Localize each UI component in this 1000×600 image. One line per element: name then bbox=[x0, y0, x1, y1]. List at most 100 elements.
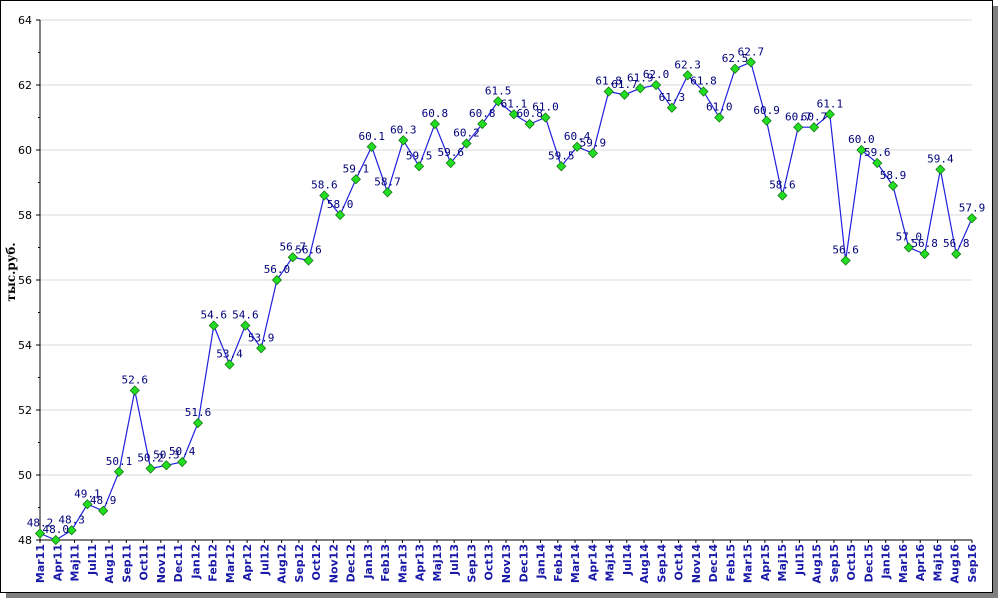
data-point bbox=[524, 118, 535, 130]
data-point bbox=[382, 187, 393, 198]
x-tick-label: Apr11 bbox=[51, 544, 64, 581]
data-point bbox=[350, 174, 361, 185]
x-tick-label: Mar14 bbox=[569, 544, 582, 583]
data-point bbox=[793, 122, 804, 133]
data-point bbox=[935, 164, 946, 175]
data-point bbox=[240, 320, 251, 331]
data-label: 54.6 bbox=[232, 309, 259, 322]
x-tick-label: Jan16 bbox=[880, 544, 893, 580]
x-tick-label: Oct11 bbox=[138, 544, 151, 580]
x-tick-label: Jan14 bbox=[535, 544, 548, 580]
y-tick-label: 50 bbox=[18, 469, 32, 482]
x-tick-label: Aug11 bbox=[103, 544, 116, 584]
data-label: 57.9 bbox=[959, 201, 986, 214]
data-label: 62.7 bbox=[738, 45, 765, 58]
data-point bbox=[840, 255, 851, 266]
x-tick-label: Feb14 bbox=[552, 544, 565, 582]
data-label: 59.5 bbox=[548, 149, 575, 162]
data-point bbox=[271, 274, 283, 286]
data-point bbox=[98, 505, 109, 516]
series-markers bbox=[34, 57, 978, 546]
x-tick-label: Jul13 bbox=[448, 544, 461, 576]
line-chart: 48 50 52 54 56 58 60 62 64 Mar11 Apr11 Maj11 Jul11 A… bbox=[4, 14, 986, 584]
x-tick-label: Aug15 bbox=[811, 544, 824, 584]
x-tick-label: Sep11 bbox=[120, 544, 133, 583]
data-point bbox=[224, 359, 235, 370]
data-label: 51.6 bbox=[185, 406, 212, 419]
y-tick-label: 60 bbox=[18, 144, 32, 157]
data-label: 59.6 bbox=[864, 146, 891, 159]
x-tick-label: Apr15 bbox=[759, 544, 772, 581]
data-label: 48.9 bbox=[90, 494, 117, 507]
x-tick-label: Dec12 bbox=[345, 544, 358, 582]
x-tick-label: Apr12 bbox=[241, 544, 254, 581]
x-tick-label: Jul14 bbox=[621, 544, 634, 576]
x-tick-label: Mar13 bbox=[396, 544, 409, 583]
data-point bbox=[619, 89, 630, 100]
x-tick-label: Aug16 bbox=[949, 544, 962, 584]
data-point bbox=[729, 63, 741, 74]
x-tick-label: Dec13 bbox=[517, 544, 530, 582]
series-line bbox=[39, 61, 973, 541]
data-label: 60.3 bbox=[390, 123, 417, 136]
x-tick-label: Nov13 bbox=[500, 544, 513, 583]
y-tick-label: 56 bbox=[18, 274, 32, 287]
data-label: 52.6 bbox=[122, 374, 149, 387]
x-tick-label: Aug12 bbox=[276, 544, 289, 584]
data-label: 56.8 bbox=[943, 237, 970, 250]
data-point bbox=[887, 180, 899, 191]
data-point bbox=[666, 102, 677, 113]
data-point bbox=[714, 112, 725, 123]
y-tick-labels: 48 50 52 54 56 58 60 62 64 bbox=[18, 14, 32, 547]
x-tick-labels: Mar11 Apr11 Maj11 Jul11 Aug11 Sep11 Oct11 Nov11… bbox=[34, 544, 979, 584]
data-label: 59.5 bbox=[406, 149, 433, 162]
y-tick-label: 64 bbox=[18, 14, 32, 27]
x-tick-label: Nov11 bbox=[155, 544, 168, 583]
data-label: 59.1 bbox=[343, 162, 370, 175]
data-label: 50.1 bbox=[106, 455, 133, 468]
data-point bbox=[761, 115, 772, 126]
x-tick-label: Maj13 bbox=[431, 544, 444, 581]
data-label: 53.4 bbox=[216, 348, 243, 361]
x-tick-label: Sep14 bbox=[655, 544, 668, 583]
data-label: 60.8 bbox=[422, 107, 449, 120]
data-label: 53.9 bbox=[248, 331, 275, 344]
data-label: 61.0 bbox=[706, 101, 733, 114]
data-label: 61.3 bbox=[659, 91, 686, 104]
x-tick-label: Oct15 bbox=[845, 544, 858, 580]
x-tick-label: Oct14 bbox=[673, 544, 686, 581]
data-point bbox=[951, 248, 962, 260]
data-label: 58.7 bbox=[374, 175, 401, 188]
data-label: 58.6 bbox=[769, 179, 796, 192]
data-label: 61.8 bbox=[690, 75, 717, 88]
data-point bbox=[50, 534, 61, 546]
data-label: 58.9 bbox=[880, 169, 907, 182]
data-label: 59.4 bbox=[927, 153, 954, 166]
data-point bbox=[145, 463, 156, 474]
x-tick-label: Jan12 bbox=[189, 544, 202, 580]
x-tick-label: Mar11 bbox=[34, 544, 47, 583]
x-tick-label: Sep12 bbox=[293, 544, 306, 583]
y-tick-label: 54 bbox=[18, 339, 32, 352]
x-tick-label: Mar12 bbox=[224, 544, 237, 583]
x-tick-label: Apr13 bbox=[414, 544, 427, 581]
y-tick-label: 52 bbox=[18, 404, 32, 417]
y-axis-label: тыс.руб. bbox=[4, 242, 18, 301]
data-point bbox=[192, 417, 204, 429]
data-label: 54.6 bbox=[201, 309, 228, 322]
x-tick-label: Dec14 bbox=[707, 544, 720, 583]
data-label: 59.9 bbox=[580, 136, 607, 149]
data-label: 61.0 bbox=[532, 101, 559, 114]
x-tick-label: Maj16 bbox=[931, 544, 944, 582]
data-label: 61.1 bbox=[817, 97, 844, 110]
x-tick-label: Jul15 bbox=[793, 544, 806, 576]
x-tick-label: Mar15 bbox=[742, 544, 755, 583]
data-label: 48.3 bbox=[58, 513, 85, 526]
x-tick-label: Maj14 bbox=[604, 544, 617, 582]
data-point bbox=[429, 118, 440, 130]
x-tick-label: Aug14 bbox=[638, 544, 651, 584]
data-point bbox=[398, 135, 409, 146]
x-tick-label: Feb13 bbox=[379, 544, 392, 582]
data-point bbox=[919, 248, 930, 260]
x-tick-label: Feb12 bbox=[207, 544, 220, 582]
